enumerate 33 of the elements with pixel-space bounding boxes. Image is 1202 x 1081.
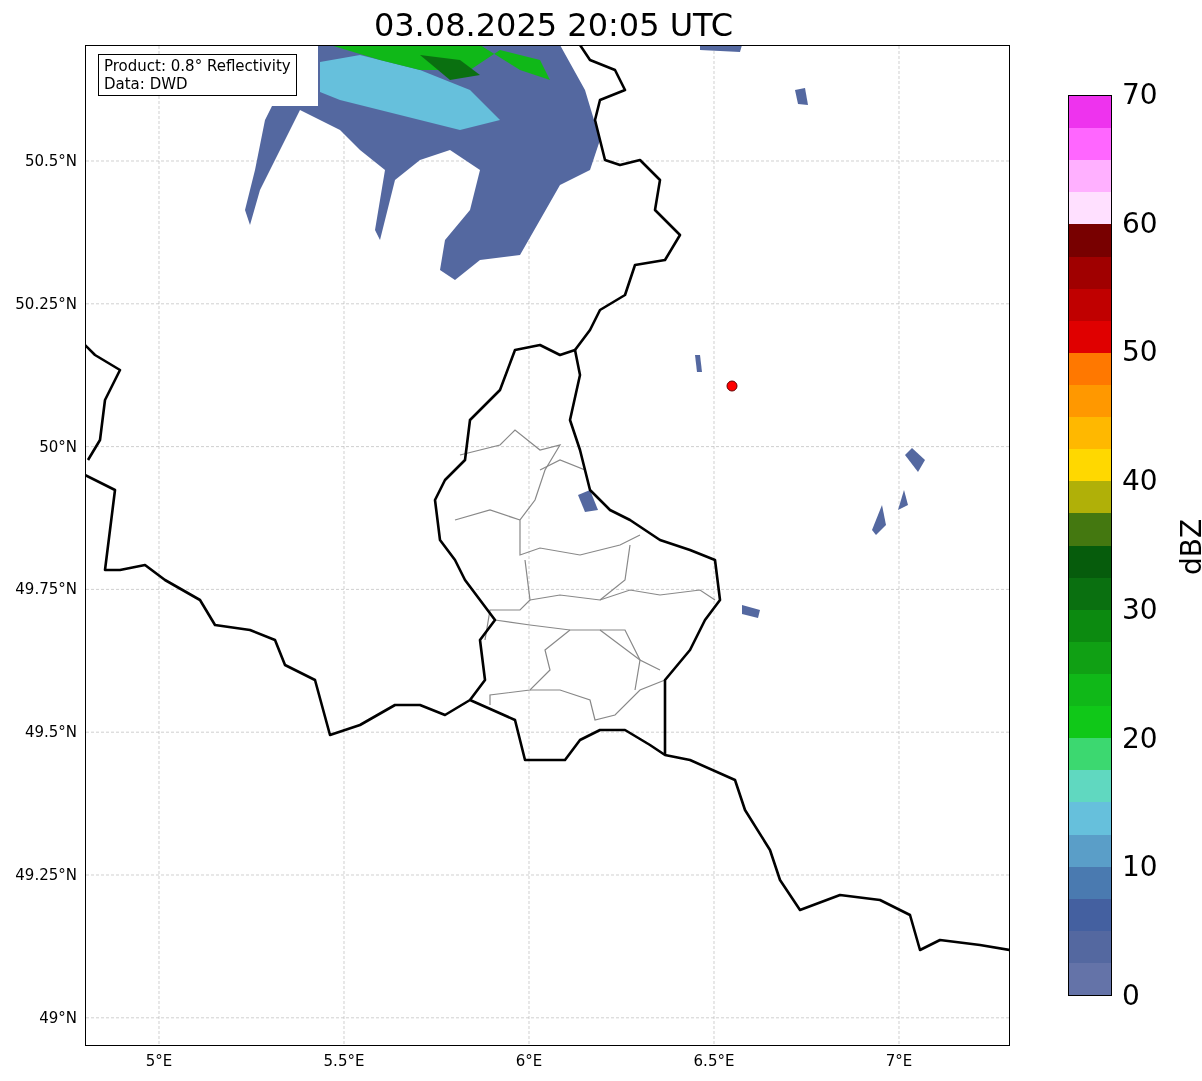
longitude-label: 6.5°E <box>693 1052 735 1070</box>
info-text: Data: DWD <box>104 75 189 93</box>
radar-site-marker <box>726 380 738 392</box>
latitude-label: 49.75°N <box>15 580 77 599</box>
radar-echo <box>700 46 742 52</box>
latitude-label: 50.25°N <box>15 294 77 313</box>
radar-echo <box>578 490 598 512</box>
latitude-label: 49°N <box>39 1008 77 1027</box>
longitude-label: 7°E <box>885 1052 913 1070</box>
colorbar-tick-label: 60 <box>1122 207 1158 240</box>
colorbar-tick-label: 50 <box>1122 336 1158 369</box>
radar-echo <box>795 88 808 105</box>
colorbar-label: dBZ <box>1176 518 1202 576</box>
latitude-label: 50°N <box>39 437 77 456</box>
colorbar-tick-label: 70 <box>1122 79 1158 111</box>
longitude-label: 6°E <box>515 1052 543 1070</box>
latitude-label: 49.5°N <box>24 723 77 742</box>
radar-echo <box>872 505 886 535</box>
radar-echo <box>898 490 908 510</box>
radar-echo <box>742 605 760 618</box>
colorbar-tick-label: 30 <box>1122 593 1158 626</box>
colorbar-tick-label: 0 <box>1122 980 1140 1012</box>
info-text: Product: 0.8° Reflectivity <box>104 57 291 75</box>
longitude-label: 5.5°E <box>323 1052 365 1070</box>
chart-title: 03.08.2025 20:05 UTC <box>373 5 734 45</box>
colorbar-tick-label: 40 <box>1122 465 1158 498</box>
colorbar-tick-label: 20 <box>1122 722 1158 755</box>
latitude-label: 49.25°N <box>15 866 77 884</box>
radar-echo <box>905 448 925 472</box>
latitude-label: 50.5°N <box>24 152 77 170</box>
colorbar-tick-label: 10 <box>1122 851 1158 884</box>
longitude-label: 5°E <box>145 1052 173 1070</box>
radar-echo <box>695 355 702 372</box>
